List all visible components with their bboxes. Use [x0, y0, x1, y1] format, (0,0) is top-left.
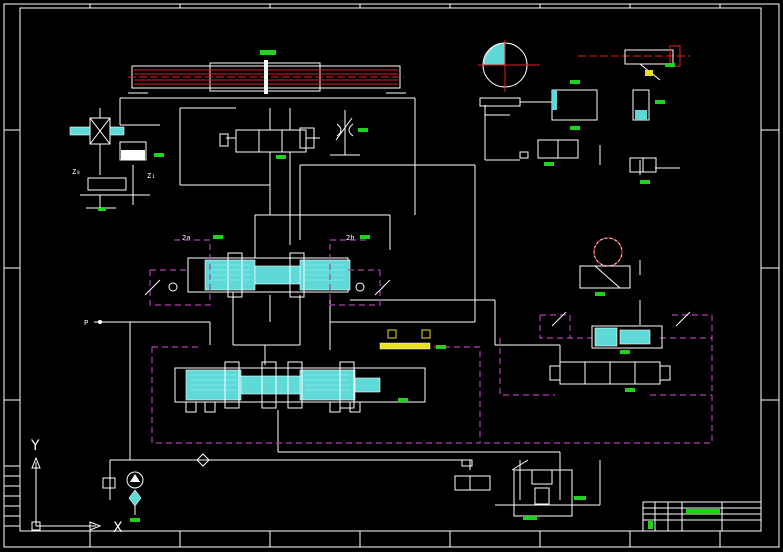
title-tag — [686, 509, 720, 514]
throttle-icon — [551, 311, 691, 327]
port-label: P — [84, 319, 88, 327]
middle-cylinder — [187, 235, 370, 298]
coordinate-axes — [31, 456, 102, 531]
top-shaft — [128, 50, 406, 94]
x-axis-label: X — [113, 520, 123, 536]
gear-label-left: Z₀ — [72, 168, 80, 176]
inner-frame — [19, 7, 762, 532]
right-valve — [549, 361, 671, 392]
top-right-mechanism — [478, 40, 598, 166]
cad-drawing: Y X Z₀ Z₁ 2a 2b P — [0, 0, 783, 552]
y-axis-label: Y — [30, 438, 40, 454]
frame-ticks — [4, 4, 779, 547]
port-p — [94, 320, 120, 324]
yellow-rod — [379, 329, 446, 350]
throttle-icon — [330, 110, 368, 156]
pipe-lines — [109, 105, 680, 500]
left-gearbox — [69, 108, 164, 211]
bottom-right-valve — [454, 459, 601, 520]
right-cylinder — [591, 325, 663, 354]
top-valve — [219, 108, 320, 245]
support-frame — [119, 97, 416, 215]
gear-label-right: Z₁ — [147, 172, 155, 180]
hydraulic-schematic: Y X Z₀ Z₁ 2a 2b P — [3, 3, 780, 548]
revision-block — [3, 465, 21, 527]
bottom-cylinder — [174, 361, 426, 413]
top-right-cylinder — [578, 45, 690, 184]
cyl-label-left: 2a — [182, 234, 190, 242]
cyl-label-right: 2b — [346, 234, 354, 242]
title-tag-small — [648, 521, 653, 529]
title-block — [642, 501, 762, 532]
outer-frame — [3, 3, 780, 548]
motor-icon — [579, 237, 631, 296]
pump-icon — [102, 471, 144, 522]
